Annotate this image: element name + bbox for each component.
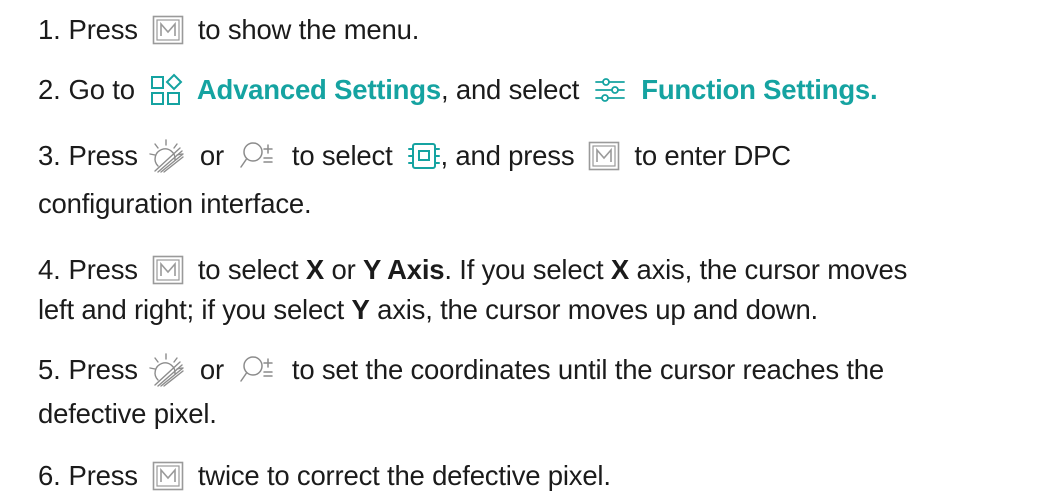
step-text: Press: [68, 254, 138, 285]
step-3: 3. Press or to select , and press to ent…: [38, 132, 791, 180]
step-text: left and right; if you select: [38, 294, 345, 325]
advanced-settings-label: Advanced Settings: [196, 74, 441, 105]
step-6: 6. Press twice to correct the defective …: [38, 452, 611, 500]
step-1: 1. Press to show the menu.: [38, 6, 419, 54]
instruction-steps: 1. Press to show the menu. 2. Go to Adva…: [0, 0, 1044, 504]
step-text: or: [199, 140, 224, 171]
step-number: 1.: [38, 14, 61, 45]
step-3-continuation: configuration interface.: [38, 180, 312, 228]
step-4-continuation: left and right; if you select Y axis, th…: [38, 286, 818, 334]
step-text: axis, the cursor moves up and down.: [377, 294, 818, 325]
step-text: , and press: [440, 140, 575, 171]
step-text: Press: [68, 354, 138, 385]
step-5: 5. Press or to set the coordinates until…: [38, 346, 884, 394]
zoom-icon: [238, 138, 278, 174]
m-key-icon: [588, 141, 620, 171]
x-label: X: [610, 254, 630, 285]
step-2: 2. Go to Advanced Settings , and select …: [38, 66, 878, 114]
step-5-continuation: defective pixel.: [38, 390, 217, 438]
brightness-icon: [146, 138, 186, 174]
function-settings-label: Function Settings.: [641, 74, 878, 105]
advanced-settings-icon: [149, 73, 183, 107]
brightness-icon: [146, 352, 186, 388]
step-text: Go to: [68, 74, 135, 105]
step-number: 3.: [38, 140, 61, 171]
x-label: X: [305, 254, 325, 285]
m-key-icon: [152, 15, 184, 45]
step-text: defective pixel.: [38, 398, 217, 429]
step-text: Press: [68, 460, 138, 491]
y-label: Y: [351, 294, 370, 325]
step-number: 4.: [38, 254, 61, 285]
step-text: to enter DPC: [634, 140, 791, 171]
step-text: . If you select: [444, 254, 604, 285]
step-text: configuration interface.: [38, 188, 312, 219]
step-text: axis, the cursor moves: [636, 254, 908, 285]
m-key-icon: [152, 255, 184, 285]
step-number: 5.: [38, 354, 61, 385]
step-number: 2.: [38, 74, 61, 105]
m-key-icon: [152, 461, 184, 491]
step-text: twice to correct the defective pixel.: [197, 460, 611, 491]
y-axis-label: Y Axis: [363, 254, 445, 285]
function-settings-icon: [593, 73, 627, 107]
step-number: 6.: [38, 460, 61, 491]
step-text: Press: [68, 140, 138, 171]
step-text: to set the coordinates until the cursor …: [291, 354, 884, 385]
dpc-icon: [407, 139, 441, 173]
step-text: to show the menu.: [197, 14, 420, 45]
step-text: to select: [197, 254, 299, 285]
step-text: , and select: [440, 74, 580, 105]
step-text: Press: [68, 14, 138, 45]
step-text: or: [331, 254, 356, 285]
step-text: to select: [291, 140, 393, 171]
step-text: or: [199, 354, 224, 385]
zoom-icon: [238, 352, 278, 388]
